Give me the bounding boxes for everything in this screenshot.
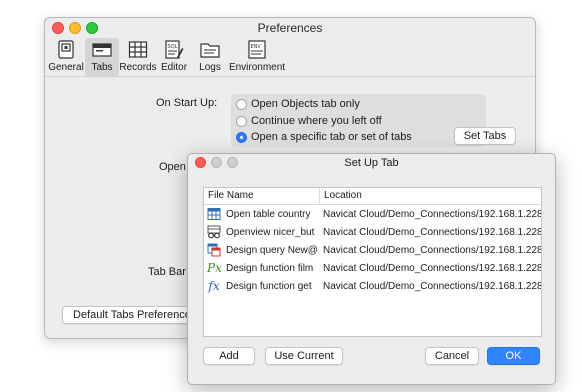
option-continue-where-left-off[interactable]: Continue where you left off [236,113,382,129]
close-button[interactable] [52,22,64,34]
tabs-icon [92,43,112,57]
open-label: Open [159,161,186,173]
set-up-tab-dialog: Set Up Tab File Name Location Open table… [187,153,556,385]
table-row[interactable]: Px Design function film Navicat Cloud/De… [204,259,541,277]
row-file-name: Openview nicer_but [226,226,315,238]
toolbar-editor[interactable]: SQL Editor [157,38,191,76]
environment-icon: ENV [248,40,266,59]
row-file-name: Open table country [226,208,311,220]
radio-button[interactable] [236,115,247,127]
records-icon [128,41,148,58]
row-location: Navicat Cloud/Demo_Connections/192.168.1… [323,244,541,256]
table-row[interactable]: Design query New@ Navicat Cloud/Demo_Con… [204,241,541,259]
svg-text:ENV: ENV [251,44,262,50]
option-label: Continue where you left off [251,115,382,127]
column-header-file-name[interactable]: File Name [204,188,320,204]
table-row[interactable]: Openview nicer_but Navicat Cloud/Demo_Co… [204,223,541,241]
option-label: Open Objects tab only [251,98,360,110]
option-open-specific-tabs[interactable]: Open a specific tab or set of tabs [236,129,412,145]
window-title: Preferences [257,21,323,35]
toolbar-environment-label: Environment [228,62,286,73]
function-icon: fx [208,279,220,293]
add-button[interactable]: Add [203,347,255,365]
table-row[interactable]: Open table country Navicat Cloud/Demo_Co… [204,205,541,223]
editor-icon: SQL [165,40,184,59]
logs-icon [200,43,220,58]
toolbar-records[interactable]: Records [119,38,157,76]
row-file-name: Design query New@ [226,244,318,256]
minimize-button[interactable] [69,22,81,34]
row-location: Navicat Cloud/Demo_Connections/192.168.1… [323,226,541,238]
table-header: File Name Location [204,188,541,205]
view-icon [207,225,221,239]
general-icon [58,40,74,59]
row-location: Navicat Cloud/Demo_Connections/192.168.1… [323,262,541,274]
toolbar-logs[interactable]: Logs [193,38,227,76]
row-file-name: Design function get [226,280,312,292]
procedure-icon: Px [207,261,222,275]
toolbar-tabs[interactable]: Tabs [85,38,119,76]
toolbar-editor-label: Editor [160,62,188,73]
option-open-objects-tab[interactable]: Open Objects tab only [236,96,360,112]
zoom-button[interactable] [86,22,98,34]
table-icon [207,208,221,220]
row-file-name: Design function film [226,262,314,274]
svg-text:SQL: SQL [168,44,178,50]
cancel-button[interactable]: Cancel [425,347,479,365]
radio-button[interactable] [236,98,247,110]
use-current-button[interactable]: Use Current [265,347,343,365]
row-location: Navicat Cloud/Demo_Connections/192.168.1… [323,280,541,292]
column-header-location[interactable]: Location [320,188,362,204]
start-up-options: Open Objects tab only Continue where you… [231,94,516,147]
tabs-table: File Name Location Open table country Na… [203,187,542,337]
table-row[interactable]: fx Design function get Navicat Cloud/Dem… [204,277,541,295]
ok-button[interactable]: OK [487,347,540,365]
toolbar-tabs-label: Tabs [91,62,113,73]
toolbar-records-label: Records [119,62,157,73]
toolbar-logs-label: Logs [199,62,221,73]
preferences-toolbar: General Tabs Records SQL Editor Logs ENV… [45,38,535,77]
option-label: Open a specific tab or set of tabs [251,131,412,143]
on-start-up-label: On Start Up: [156,97,218,109]
toolbar-general-label: General [48,62,84,73]
window-controls [52,22,98,34]
query-icon [207,243,221,257]
dialog-title: Set Up Tab [344,157,399,169]
tab-bar-label: Tab Bar [148,266,186,278]
row-location: Navicat Cloud/Demo_Connections/192.168.1… [323,208,541,220]
toolbar-general[interactable]: General [48,38,84,76]
set-tabs-button[interactable]: Set Tabs [454,127,516,145]
toolbar-environment[interactable]: ENV Environment [229,38,285,76]
radio-button-selected[interactable] [236,131,247,143]
